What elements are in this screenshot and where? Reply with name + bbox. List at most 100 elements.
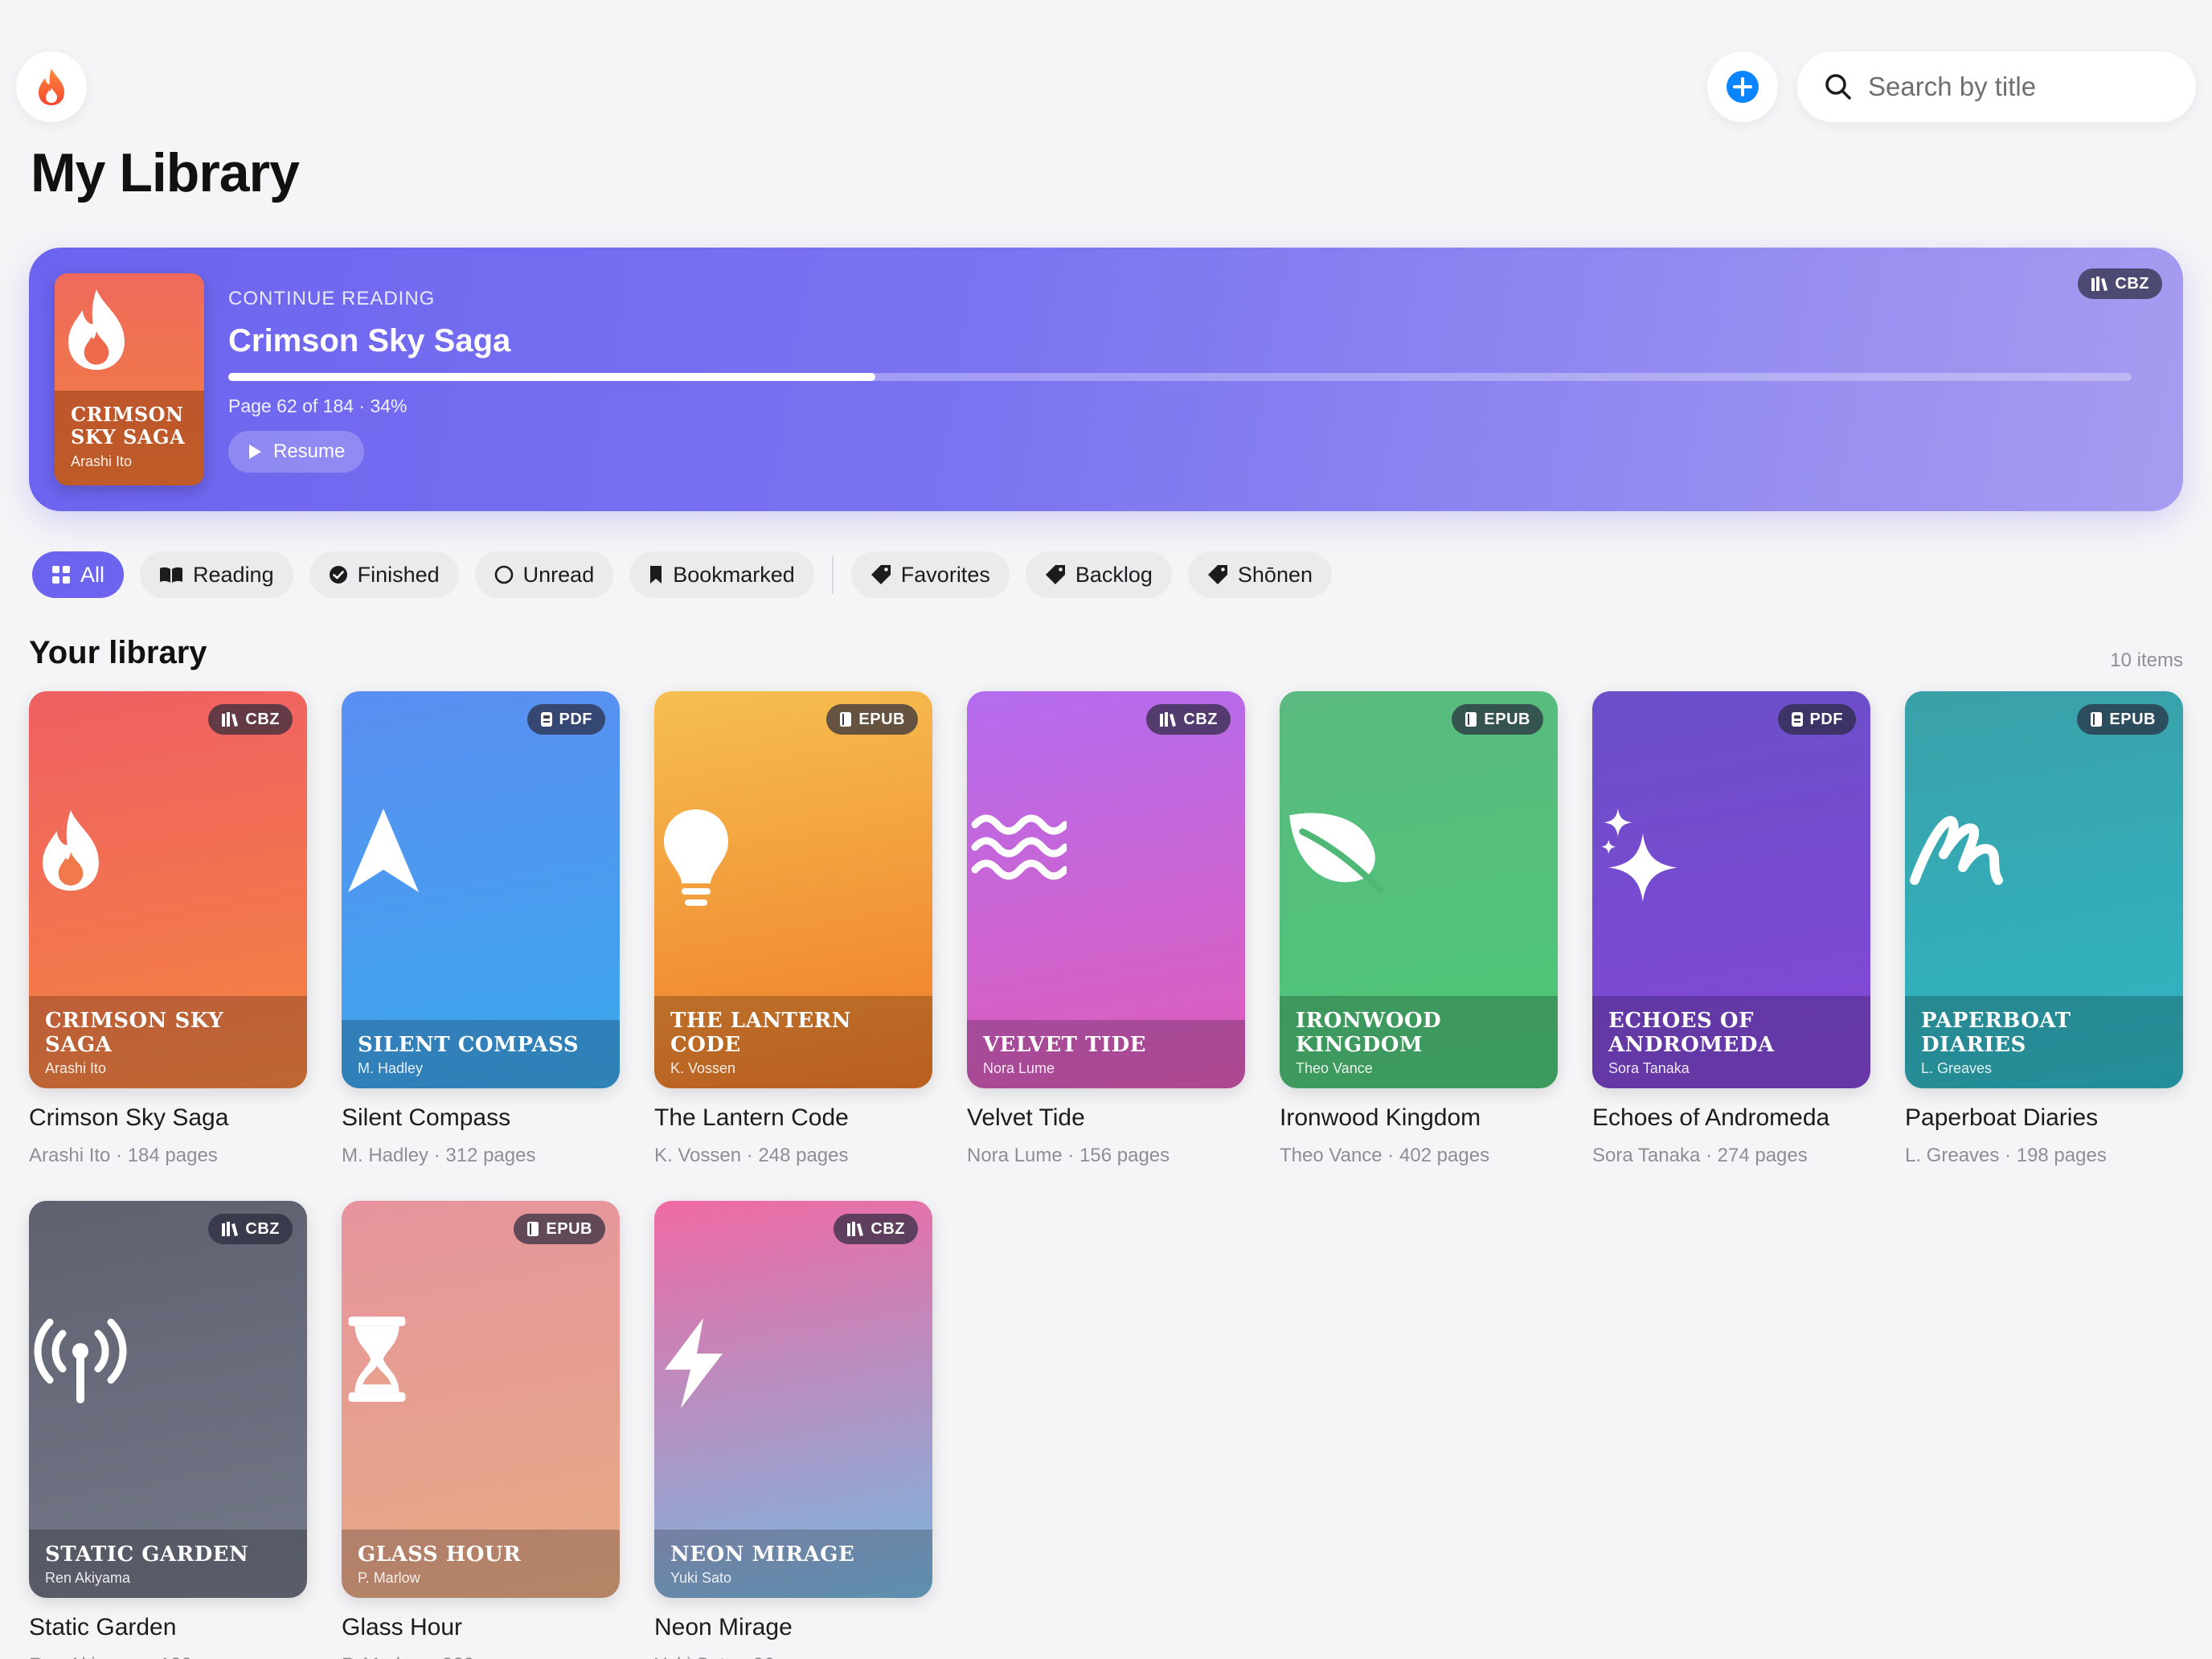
book-subtitle: L. Greaves · 198 pages	[1905, 1145, 2107, 1166]
continue-reading-card[interactable]: CRIMSON SKY SAGA Arashi Ito CONTINUE REA…	[29, 248, 2183, 511]
book-cover[interactable]: PDF ECHOES OF ANDROMEDA Sora Tanaka	[1592, 691, 1870, 1088]
resume-label: Resume	[273, 440, 346, 462]
filter-all[interactable]: All	[32, 551, 125, 598]
format-badge: EPUB	[1452, 704, 1543, 735]
leaf-icon	[1283, 805, 1387, 898]
check-circle-icon	[329, 566, 347, 584]
book-subtitle: Theo Vance · 402 pages	[1280, 1145, 1490, 1166]
lightbulb-icon	[657, 805, 735, 914]
book-card[interactable]: PDF SILENT COMPASS M. Hadley Silent Compass…	[342, 691, 620, 1167]
book-icon	[840, 712, 852, 727]
cover-author: K. Vossen	[670, 1060, 736, 1076]
format-label: PDF	[559, 710, 592, 728]
cover-title: NEON MIRAGE	[670, 1542, 855, 1567]
bookmark-icon	[650, 566, 662, 584]
cover-title: CRIMSON SKY SAGA	[45, 1009, 224, 1057]
book-card[interactable]: EPUB IRONWOOD KINGDOM Theo Vance Ironwood K…	[1280, 691, 1558, 1167]
book-card[interactable]: EPUB PAPERBOAT DIARIES L. Greaves Paperboat…	[1905, 691, 2183, 1167]
book-title: Glass Hour	[342, 1614, 463, 1641]
book-cover[interactable]: EPUB IRONWOOD KINGDOM Theo Vance	[1280, 691, 1558, 1088]
filter-shonen[interactable]: Shōnen	[1187, 551, 1332, 598]
sparkles-icon	[1596, 805, 1684, 906]
book-title: Crimson Sky Saga	[29, 1104, 229, 1131]
book-cover[interactable]: EPUB THE LANTERN CODE K. Vossen	[654, 691, 932, 1088]
filter-finished[interactable]: Finished	[309, 551, 459, 598]
book-subtitle: Ren Akiyama · 132 pages	[29, 1654, 307, 1659]
book-card[interactable]: CBZ CRIMSON SKY SAGA Arashi Ito Crimson Sky…	[29, 691, 307, 1167]
cover-author: P. Marlow	[358, 1570, 420, 1586]
book-cover[interactable]: CBZ STATIC GARDEN Ren Akiyama	[29, 1201, 307, 1598]
book-cover[interactable]: CBZ VELVET TIDE Nora Lume	[967, 691, 1245, 1088]
cover-band: NEON MIRAGE Yuki Sato	[654, 1530, 932, 1598]
cover-band: GLASS HOUR P. Marlow	[342, 1530, 620, 1598]
books-icon	[1160, 712, 1177, 727]
filter-label: Unread	[522, 562, 595, 587]
book-card[interactable]: EPUB GLASS HOUR P. Marlow Glass Hour P. Marl…	[342, 1201, 620, 1659]
resume-button[interactable]: Resume	[228, 431, 365, 473]
filter-backlog[interactable]: Backlog	[1025, 551, 1172, 598]
filter-unread[interactable]: Unread	[474, 551, 614, 598]
filter-label: Reading	[193, 562, 274, 587]
add-book-button[interactable]	[1707, 51, 1778, 122]
search-input[interactable]	[1868, 72, 2173, 102]
format-badge: CBZ	[2078, 268, 2162, 299]
format-badge: CBZ	[208, 704, 293, 735]
filter-bookmarked[interactable]: Bookmarked	[629, 551, 814, 598]
format-label: CBZ	[870, 1219, 905, 1238]
format-badge: CBZ	[1146, 704, 1231, 735]
filter-bar: All Reading Finished Unread Bookmarked F…	[32, 551, 1348, 598]
cover-title: IRONWOOD KINGDOM	[1296, 1009, 1442, 1057]
book-card[interactable]: CBZ VELVET TIDE Nora Lume Velvet Tide Nora L…	[967, 691, 1245, 1167]
plus-circle-icon	[1727, 71, 1759, 103]
search-icon	[1825, 74, 1851, 100]
book-title: Velvet Tide	[967, 1104, 1085, 1131]
filter-label: All	[80, 562, 105, 587]
grid-icon	[52, 566, 70, 584]
format-badge: EPUB	[514, 1214, 605, 1244]
book-subtitle: M. Hadley · 312 pages	[342, 1145, 536, 1166]
cover-band: STATIC GARDEN Ren Akiyama	[29, 1530, 307, 1598]
book-subtitle: Sora Tanaka · 274 pages	[1592, 1145, 1808, 1166]
format-label: EPUB	[546, 1219, 592, 1238]
book-cover[interactable]: CBZ CRIMSON SKY SAGA Arashi Ito	[29, 691, 307, 1088]
compass-arrow-icon	[345, 805, 422, 899]
book-cover[interactable]: EPUB PAPERBOAT DIARIES L. Greaves	[1905, 691, 2183, 1088]
document-icon	[540, 712, 552, 727]
filter-reading[interactable]: Reading	[140, 551, 293, 598]
cover-title: SILENT COMPASS	[358, 1033, 580, 1057]
book-icon	[2091, 712, 2103, 727]
circle-icon	[494, 565, 513, 584]
book-cover[interactable]: CBZ NEON MIRAGE Yuki Sato	[654, 1201, 932, 1598]
cover-title: STATIC GARDEN	[45, 1542, 249, 1567]
cover-band: SILENT COMPASS M. Hadley	[342, 1020, 620, 1088]
filter-label: Finished	[357, 562, 440, 587]
filter-label: Shōnen	[1237, 562, 1313, 587]
format-badge: EPUB	[2077, 704, 2169, 735]
book-title: Ironwood Kingdom	[1280, 1104, 1481, 1131]
format-label: PDF	[1809, 710, 1843, 728]
filter-favorites[interactable]: Favorites	[850, 551, 1010, 598]
play-icon	[249, 444, 261, 459]
format-label: EPUB	[858, 710, 905, 728]
book-card[interactable]: EPUB THE LANTERN CODE K. Vossen The Lantern…	[654, 691, 932, 1167]
book-cover[interactable]: EPUB GLASS HOUR P. Marlow	[342, 1201, 620, 1598]
section-title: Your library	[29, 635, 207, 670]
waves-icon	[970, 805, 1069, 890]
flame-icon	[39, 68, 64, 105]
cover-band: ECHOES OF ANDROMEDA Sora Tanaka	[1592, 996, 1870, 1088]
book-subtitle: Arashi Ito · 184 pages	[29, 1145, 218, 1166]
book-subtitle: Nora Lume · 156 pages	[967, 1145, 1170, 1166]
book-card[interactable]: CBZ STATIC GARDEN Ren Akiyama Static Garden…	[29, 1201, 307, 1659]
cover-author: Sora Tanaka	[1608, 1060, 1690, 1076]
search-bar[interactable]	[1797, 51, 2196, 122]
page-progress: Page 62 of 184 · 34%	[228, 395, 408, 416]
filter-divider	[831, 555, 834, 594]
book-cover[interactable]: PDF SILENT COMPASS M. Hadley	[342, 691, 620, 1088]
continue-reading-cover[interactable]: CRIMSON SKY SAGA Arashi Ito	[55, 273, 204, 485]
format-badge: PDF	[1777, 704, 1856, 735]
flame-icon	[32, 805, 109, 899]
book-card[interactable]: CBZ NEON MIRAGE Yuki Sato Neon Mirage Yuki S…	[654, 1201, 932, 1659]
app-logo[interactable]	[16, 51, 87, 122]
books-icon	[847, 1222, 864, 1236]
book-card[interactable]: PDF ECHOES OF ANDROMEDA Sora Tanaka Echoes …	[1592, 691, 1870, 1167]
